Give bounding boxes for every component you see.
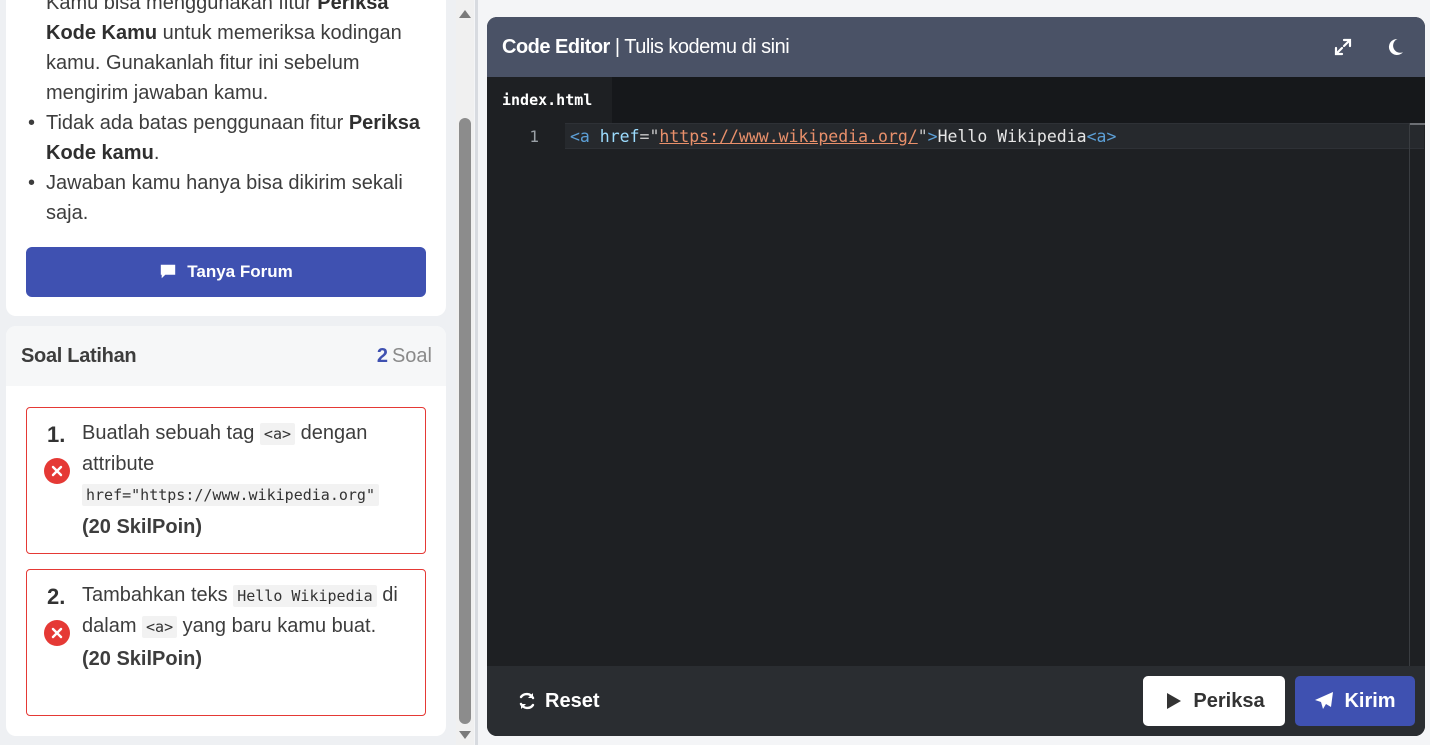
reset-label: Reset	[545, 689, 600, 712]
soal-text-part: yang baru kamu buat.	[177, 615, 377, 637]
periksa-button[interactable]: Periksa	[1143, 676, 1285, 726]
guide-list: Tidak ada batas penggunaan fitur Periksa…	[26, 108, 426, 228]
editor-title-bold: Code Editor	[502, 35, 610, 58]
kirim-label: Kirim	[1344, 689, 1396, 712]
periksa-label: Periksa	[1193, 689, 1265, 712]
tanya-forum-label: Tanya Forum	[187, 262, 293, 281]
soal-text-part: Tambahkan teks	[82, 584, 234, 606]
code-token-tag: <a	[570, 126, 590, 146]
code-token-tag: >	[927, 126, 938, 146]
play-icon	[1167, 693, 1182, 709]
code-line[interactable]: 1 <a href="https://www.wikipedia.org/">H…	[487, 123, 1425, 149]
error-x-icon	[44, 458, 70, 484]
editor-title: Code Editor | Tulis kodemu di sini	[502, 35, 790, 59]
error-x-icon	[44, 620, 70, 646]
tanya-forum-button[interactable]: Tanya Forum	[26, 247, 426, 297]
editor-scrollbar[interactable]	[1409, 123, 1425, 666]
soal-count-number: 2	[376, 344, 388, 367]
code-token-attr: href	[589, 126, 640, 146]
chat-icon	[161, 264, 176, 279]
code-token-tag: <a>	[1086, 126, 1117, 146]
code-token-punct: ="	[639, 126, 660, 146]
editor-title-rest: | Tulis kodemu di sini	[609, 35, 790, 58]
kirim-button[interactable]: Kirim	[1295, 676, 1415, 726]
soal-number: 1.	[47, 422, 66, 447]
soal-title: Soal Latihan	[21, 344, 137, 367]
guide-item1-pre: Tidak ada batas penggunaan fitur	[46, 112, 349, 134]
tab-index-html[interactable]: index.html	[487, 77, 612, 123]
soal-count-label: Soal	[391, 344, 432, 367]
code-token-string: https://www.wikipedia.org/	[659, 126, 918, 146]
editor-action-buttons: Periksa Kirim	[1143, 676, 1415, 726]
soal-header: Soal Latihan 2 Soal	[6, 326, 446, 386]
inline-code: <a>	[259, 423, 296, 445]
expand-icon[interactable]	[1333, 37, 1353, 57]
editor-tabs: index.html	[487, 77, 1425, 123]
guide-item: Tidak ada batas penggunaan fitur Periksa…	[26, 108, 426, 168]
editor-header-actions	[1333, 37, 1405, 57]
send-paper-plane-icon	[1315, 692, 1334, 709]
soal-latihan-card: Soal Latihan 2 Soal 1. Buatlah sebuah tag…	[6, 326, 446, 736]
line-number: 1	[529, 126, 539, 146]
scroll-down-arrow-icon[interactable]	[459, 731, 471, 739]
soal-item: 1. Buatlah sebuah tag <a> dengan attribu…	[26, 407, 426, 554]
soal-number: 2.	[47, 584, 66, 609]
left-panel-scrollbar[interactable]	[456, 0, 474, 745]
code-token-text: Hello Wikipedia	[937, 126, 1087, 146]
guide-text: Kamu bisa menggunakan fitur Periksa Kode…	[26, 0, 426, 228]
editor-header: Code Editor | Tulis kodemu di sini	[487, 17, 1425, 77]
left-panel: Kamu bisa menggunakan fitur Periksa Kode…	[0, 0, 456, 745]
soal-text: Buatlah sebuah tag <a> dengan attribute …	[82, 418, 412, 542]
soal-text: Tambahkan teks Hello Wikipedia di dalam …	[82, 580, 412, 674]
guide-item2: Jawaban kamu hanya bisa dikirim sekali s…	[46, 172, 403, 224]
editor-footer: Reset Periksa Kirim	[487, 666, 1425, 736]
code-line-content[interactable]: <a href="https://www.wikipedia.org/">Hel…	[570, 127, 1116, 146]
soal-points: (20 SkilPoin)	[82, 516, 203, 538]
inline-code: href="https://www.wikipedia.org"	[82, 484, 379, 506]
inline-code: Hello Wikipedia	[233, 585, 377, 607]
code-editor: Code Editor | Tulis kodemu di sini index…	[487, 17, 1425, 736]
guide-line0: Kamu bisa menggunakan fitur Periksa Kode…	[26, 0, 426, 108]
panel-divider[interactable]	[475, 0, 478, 745]
soal-item: 2. Tambahkan teks Hello Wikipedia di dal…	[26, 569, 426, 716]
soal-points: (20 SkilPoin)	[82, 648, 203, 670]
refresh-icon	[519, 692, 535, 710]
inline-code: <a>	[142, 616, 178, 638]
dark-mode-moon-icon[interactable]	[1385, 37, 1405, 57]
soal-text-part: Buatlah sebuah tag	[82, 422, 260, 444]
guide-item1-post: .	[153, 142, 160, 164]
code-token-punct: "	[917, 126, 928, 146]
scroll-thumb[interactable]	[459, 118, 471, 724]
reset-button[interactable]: Reset	[517, 690, 599, 713]
code-area[interactable]: 1 <a href="https://www.wikipedia.org/">H…	[487, 123, 1425, 666]
guide-item: Jawaban kamu hanya bisa dikirim sekali s…	[26, 168, 426, 228]
scroll-up-arrow-icon[interactable]	[459, 10, 471, 18]
soal-count: 2 Soal	[377, 345, 432, 368]
guide-line0-pre: Kamu bisa menggunakan fitur	[46, 0, 318, 14]
